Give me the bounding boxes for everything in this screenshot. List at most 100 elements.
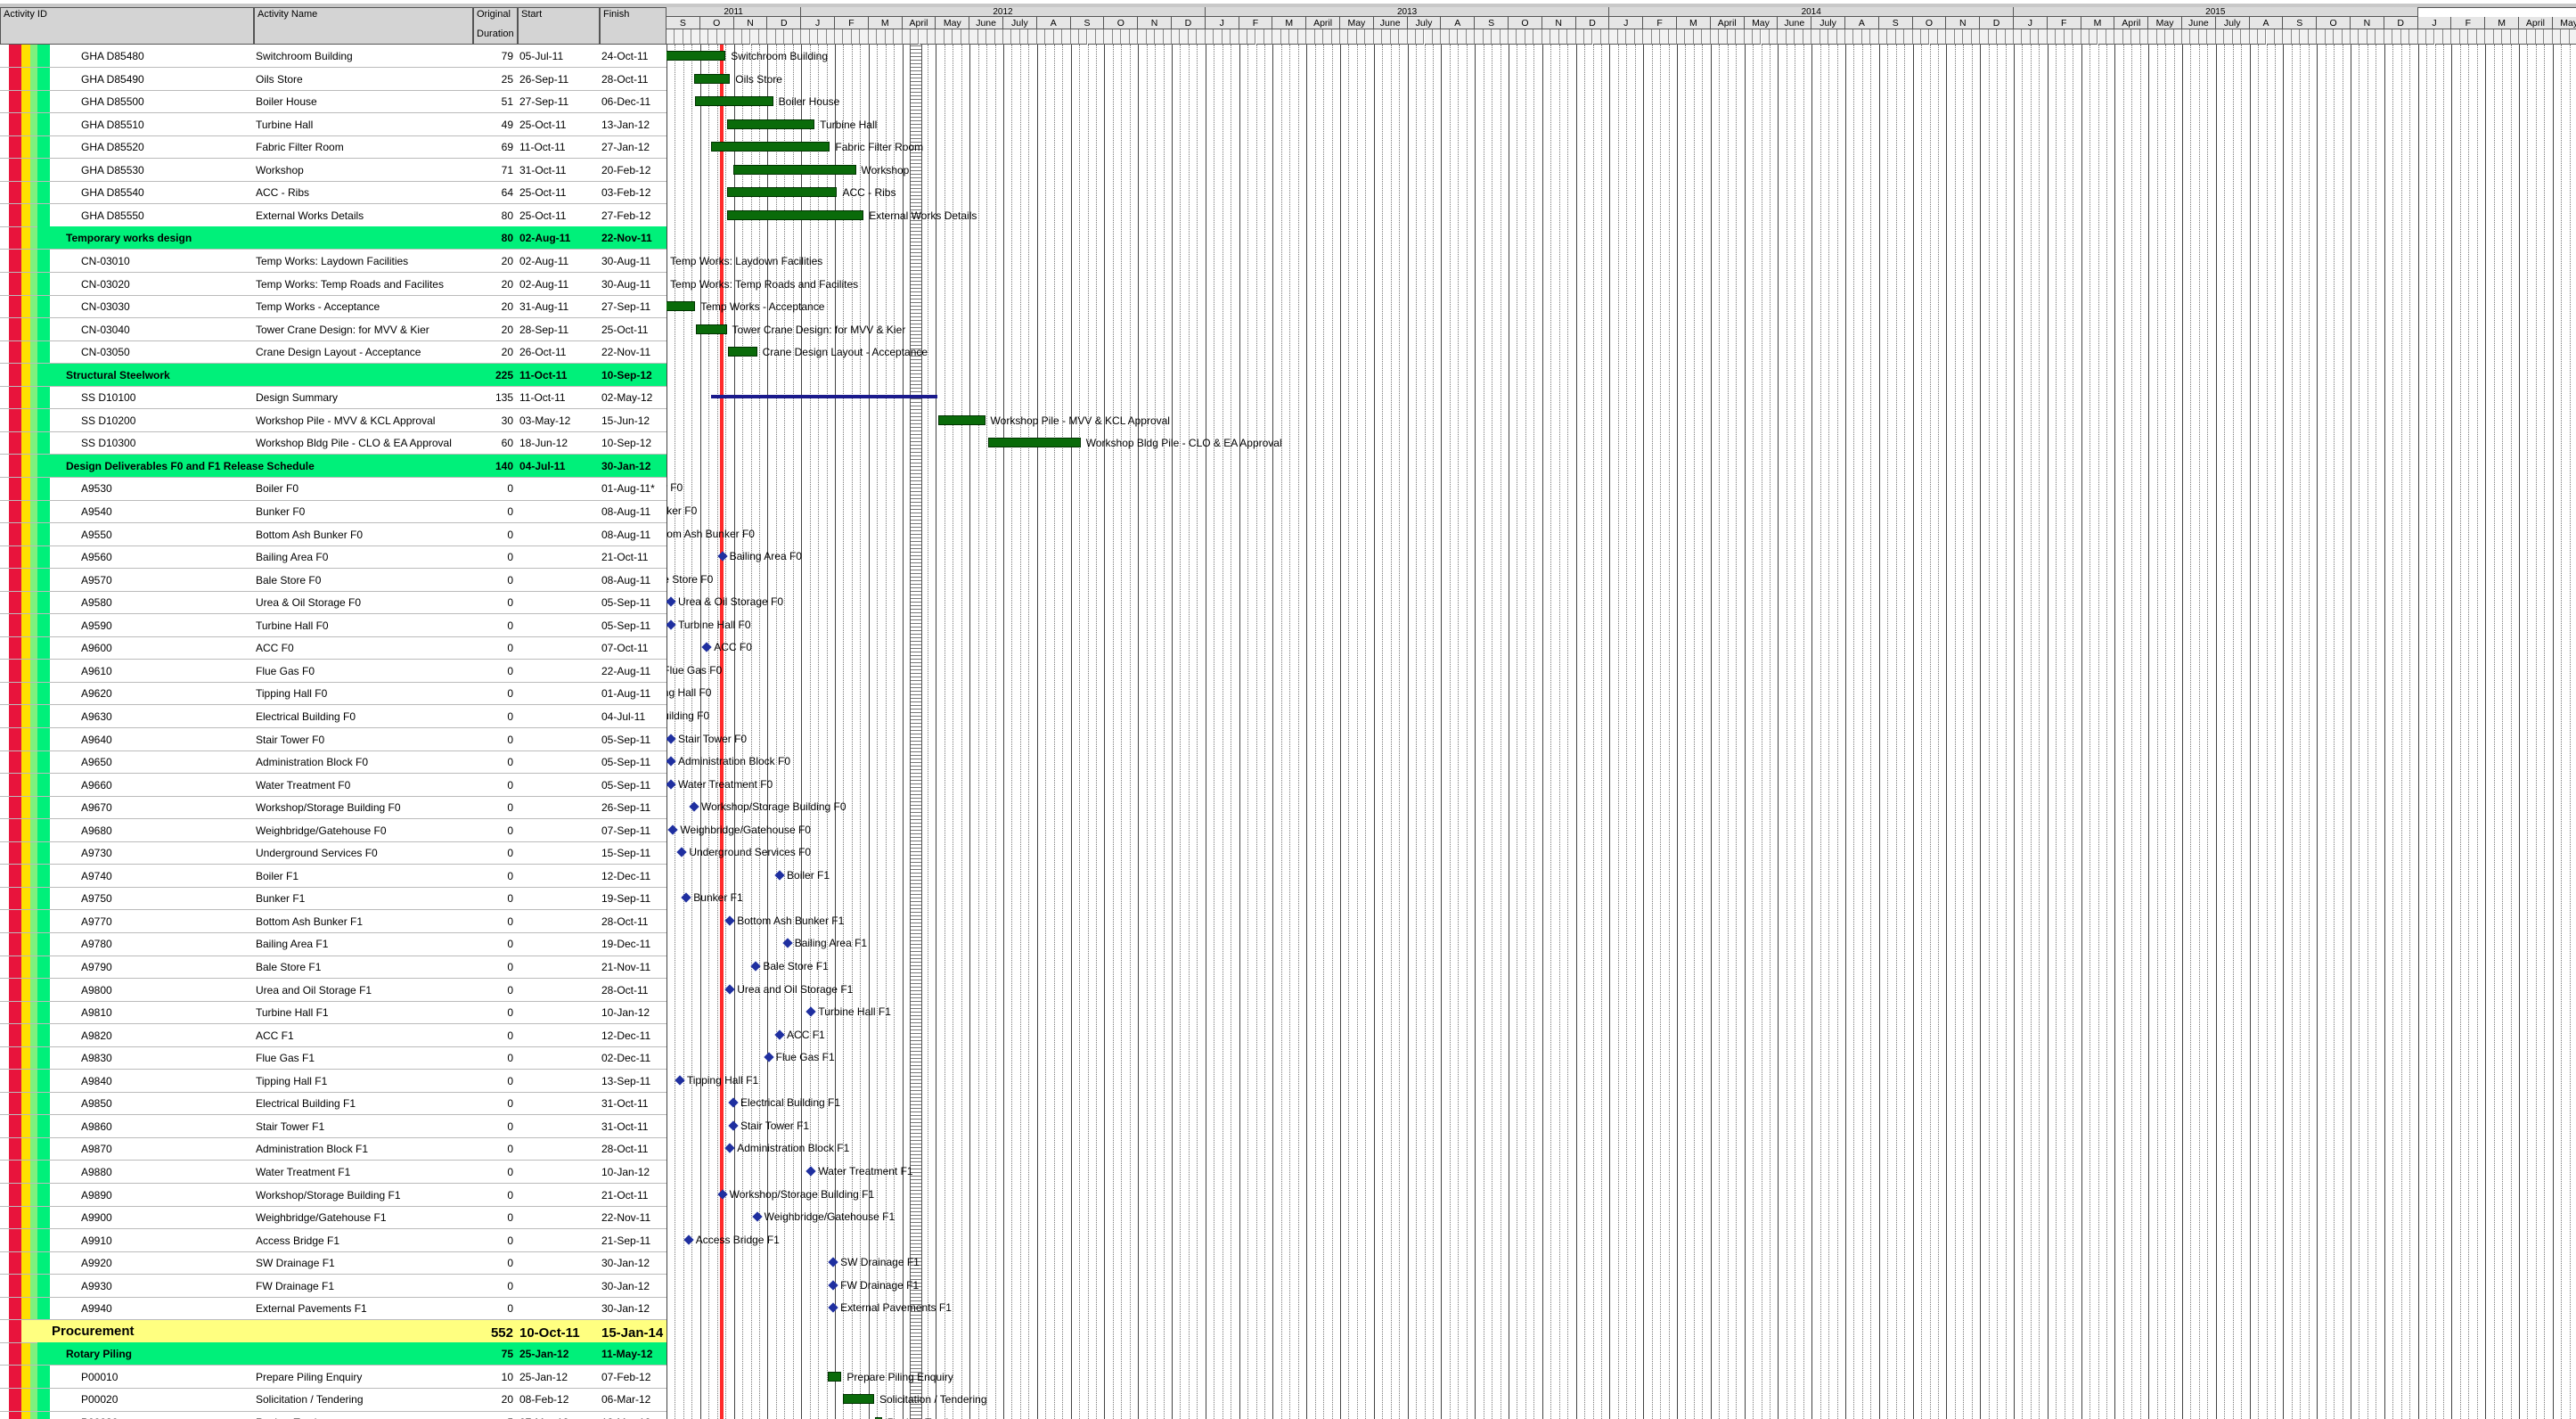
table-row[interactable]: A9890 Workshop/Storage Building F1 0 21-Oct… — [0, 1184, 666, 1207]
table-row[interactable]: A9640 Stair Tower F0 0 05-Sep-11 — [0, 728, 666, 751]
table-row[interactable]: A9900 Weighbridge/Gatehouse F1 0 22-Nov-11 — [0, 1206, 666, 1229]
col-header-start[interactable]: Start — [518, 7, 600, 45]
group-row[interactable]: Temporary works design 80 02-Aug-11 22-Nov-… — [37, 226, 666, 250]
table-row[interactable]: A9820 ACC F1 0 12-Dec-11 — [0, 1024, 666, 1047]
activity-bar[interactable] — [711, 142, 830, 152]
milestone-diamond[interactable] — [828, 1302, 838, 1313]
milestone-label: Workshop/Storage Building F0 — [700, 800, 846, 814]
table-row[interactable]: A9550 Bottom Ash Bunker F0 0 08-Aug-11 — [0, 523, 666, 546]
group-row[interactable]: Design Deliverables F0 and F1 Release Sc… — [37, 454, 666, 478]
table-row[interactable]: P00030Review Tenders507-Mar-1213-Mar-12 — [0, 1411, 666, 1419]
group-row[interactable]: Rotary Piling 75 25-Jan-12 11-May-12 — [37, 1342, 666, 1366]
table-row[interactable]: GHA D85530 Workshop 71 31-Oct-11 20-Feb-12 — [0, 159, 666, 182]
table-row[interactable]: A9740 Boiler F1 0 12-Dec-11 — [0, 865, 666, 888]
activity-bar[interactable] — [693, 73, 731, 84]
milestone-diamond[interactable] — [763, 1052, 774, 1062]
milestone-diamond[interactable] — [806, 1166, 817, 1177]
col-header-duration[interactable]: Original Duration — [473, 7, 518, 45]
table-row[interactable]: P00020 Solicitation / Tendering 20 08-Feb-1… — [0, 1388, 666, 1411]
table-row[interactable]: A9530 Boiler F0 0 01-Aug-11* — [0, 477, 666, 500]
table-row[interactable]: CN-03050 Crane Design Layout - Acceptance… — [0, 340, 666, 364]
table-row[interactable]: A9730 Underground Services F0 0 15-Sep-11 — [0, 841, 666, 865]
table-row[interactable]: A9870 Administration Block F1 0 28-Oct-11 — [0, 1137, 666, 1161]
activity-bar[interactable] — [726, 119, 815, 129]
table-row[interactable]: A9560 Bailing Area F0 0 21-Oct-11 — [0, 545, 666, 569]
milestone-diamond[interactable] — [689, 801, 699, 812]
table-row[interactable]: GHA D85500 Boiler House 51 27-Sep-11 06-Dec-… — [0, 90, 666, 113]
milestone-diamond[interactable] — [828, 1280, 838, 1291]
milestone-diamond[interactable] — [701, 642, 712, 652]
table-row[interactable]: A9800 Urea and Oil Storage F1 0 28-Oct-11 — [0, 979, 666, 1002]
activity-bar[interactable] — [726, 209, 864, 220]
table-row[interactable]: A9770 Bottom Ash Bunker F1 0 28-Oct-11 — [0, 910, 666, 933]
table-row[interactable]: A9830 Flue Gas F1 0 02-Dec-11 — [0, 1046, 666, 1070]
table-row[interactable]: A9660 Water Treatment F0 0 05-Sep-11 — [0, 774, 666, 797]
col-header-activity-id[interactable]: Activity ID — [0, 7, 254, 45]
table-row[interactable]: A9590 Turbine Hall F0 0 05-Sep-11 — [0, 614, 666, 637]
table-row[interactable]: GHA D85490 Oils Store 25 26-Sep-11 28-Oct-11 — [0, 68, 666, 91]
table-row[interactable]: SS D10300 Workshop Bldg Pile - CLO & EA A… — [0, 431, 666, 455]
activity-bar[interactable] — [732, 164, 856, 175]
row-activity-id: GHA D85550 — [81, 209, 144, 222]
activity-bar[interactable] — [937, 414, 985, 425]
table-row[interactable]: A9920 SW Drainage F1 0 30-Jan-12 — [0, 1251, 666, 1275]
table-row[interactable]: A9910 Access Bridge F1 0 21-Sep-11 — [0, 1229, 666, 1252]
milestone-diamond[interactable] — [676, 847, 688, 857]
activity-bar[interactable] — [726, 187, 838, 198]
table-row[interactable]: GHA D85540 ACC - Ribs 64 25-Oct-11 03-Feb-12 — [0, 181, 666, 204]
table-row[interactable]: CN-03010 Temp Works: Laydown Facilities 20… — [0, 250, 666, 273]
activity-bar[interactable] — [827, 1371, 842, 1382]
table-row[interactable]: A9600 ACC F0 0 07-Oct-11 — [0, 636, 666, 660]
table-row[interactable]: GHA D85550 External Works Details 80 25-Oct… — [0, 204, 666, 227]
milestone-diamond[interactable] — [806, 1006, 817, 1017]
table-row[interactable]: A9840 Tipping Hall F1 0 13-Sep-11 — [0, 1070, 666, 1093]
table-row[interactable]: CN-03040 Tower Crane Design: for MVV & Ki… — [0, 318, 666, 341]
table-row[interactable]: P00010 Prepare Piling Enquiry 10 25-Jan-12 0… — [0, 1366, 666, 1389]
table-row[interactable]: A9810 Turbine Hall F1 0 10-Jan-12 — [0, 1001, 666, 1024]
table-row[interactable]: GHA D85510 Turbine Hall 49 25-Oct-11 13-Jan-… — [0, 113, 666, 136]
table-row[interactable]: A9650 Administration Block F0 0 05-Sep-11 — [0, 751, 666, 774]
table-row[interactable]: CN-03030 Temp Works - Acceptance 20 31-Aug-… — [0, 295, 666, 318]
table-row[interactable]: A9630 Electrical Building F0 0 04-Jul-11 — [0, 705, 666, 728]
activity-bar[interactable] — [696, 324, 727, 334]
table-row[interactable]: A9860 Stair Tower F1 0 31-Oct-11 — [0, 1115, 666, 1138]
table-row[interactable]: A9750 Bunker F1 0 19-Sep-11 — [0, 887, 666, 910]
table-row[interactable]: A9580 Urea & Oil Storage F0 0 05-Sep-11 — [0, 591, 666, 614]
summary-bar[interactable] — [711, 395, 937, 399]
milestone-diamond[interactable] — [667, 824, 679, 835]
table-row[interactable]: SS D10100 Design Summary 135 11-Oct-11 02-Ma… — [0, 386, 666, 409]
table-row[interactable]: GHA D85480 Switchroom Building 79 05-Jul-11… — [0, 45, 666, 68]
table-row[interactable]: A9610 Flue Gas F0 0 22-Aug-11 — [0, 660, 666, 683]
table-row[interactable]: CN-03020 Temp Works: Temp Roads and Facil… — [0, 273, 666, 296]
milestone-diamond[interactable] — [828, 1257, 838, 1267]
table-row[interactable]: A9540 Bunker F0 0 08-Aug-11 — [0, 500, 666, 523]
table-row[interactable]: A9930 FW Drainage F1 0 30-Jan-12 — [0, 1275, 666, 1298]
milestone-diamond[interactable] — [751, 1211, 763, 1222]
activity-bar[interactable] — [666, 301, 696, 312]
table-row[interactable]: A9880 Water Treatment F1 0 10-Jan-12 — [0, 1161, 666, 1184]
grid-line — [2544, 45, 2546, 1419]
table-row[interactable]: A9570 Bale Store F0 0 08-Aug-11 — [0, 569, 666, 592]
timescale-break — [910, 45, 922, 1419]
timescale-week — [2409, 29, 2418, 45]
table-row[interactable]: A9850 Electrical Building F1 0 31-Oct-11 — [0, 1092, 666, 1115]
table-row[interactable]: A9680 Weighbridge/Gatehouse F0 0 07-Sep-11 — [0, 819, 666, 842]
col-header-finish[interactable]: Finish — [600, 7, 666, 45]
activity-bar[interactable] — [727, 347, 757, 357]
table-row[interactable]: A9790 Bale Store F1 0 21-Nov-11 — [0, 956, 666, 979]
activity-bar[interactable] — [988, 438, 1081, 448]
col-header-activity-name[interactable]: Activity Name — [254, 7, 473, 45]
table-row[interactable]: A9670 Workshop/Storage Building F0 0 26-Sep… — [0, 796, 666, 819]
table-row[interactable]: A9620 Tipping Hall F0 0 01-Aug-11 — [0, 682, 666, 705]
table-row[interactable]: GHA D85520 Fabric Filter Room 69 11-Oct-11 2… — [0, 135, 666, 159]
milestone-diamond[interactable] — [728, 1097, 739, 1108]
group-row[interactable]: Procurement 552 10-Oct-11 15-Jan-14 — [21, 1319, 666, 1343]
activity-bar[interactable] — [666, 51, 726, 61]
table-row[interactable]: A9780 Bailing Area F1 0 19-Dec-11 — [0, 932, 666, 956]
group-row[interactable]: Structural Steelwork 225 11-Oct-11 10-Sep-1… — [37, 363, 666, 387]
table-row[interactable]: SS D10200 Workshop Pile - MVV & KCL Appro… — [0, 409, 666, 432]
milestone-diamond[interactable] — [728, 1120, 739, 1131]
activity-bar[interactable] — [695, 96, 773, 107]
activity-bar[interactable] — [842, 1394, 874, 1405]
table-row[interactable]: A9940 External Pavements F1 0 30-Jan-12 — [0, 1297, 666, 1320]
